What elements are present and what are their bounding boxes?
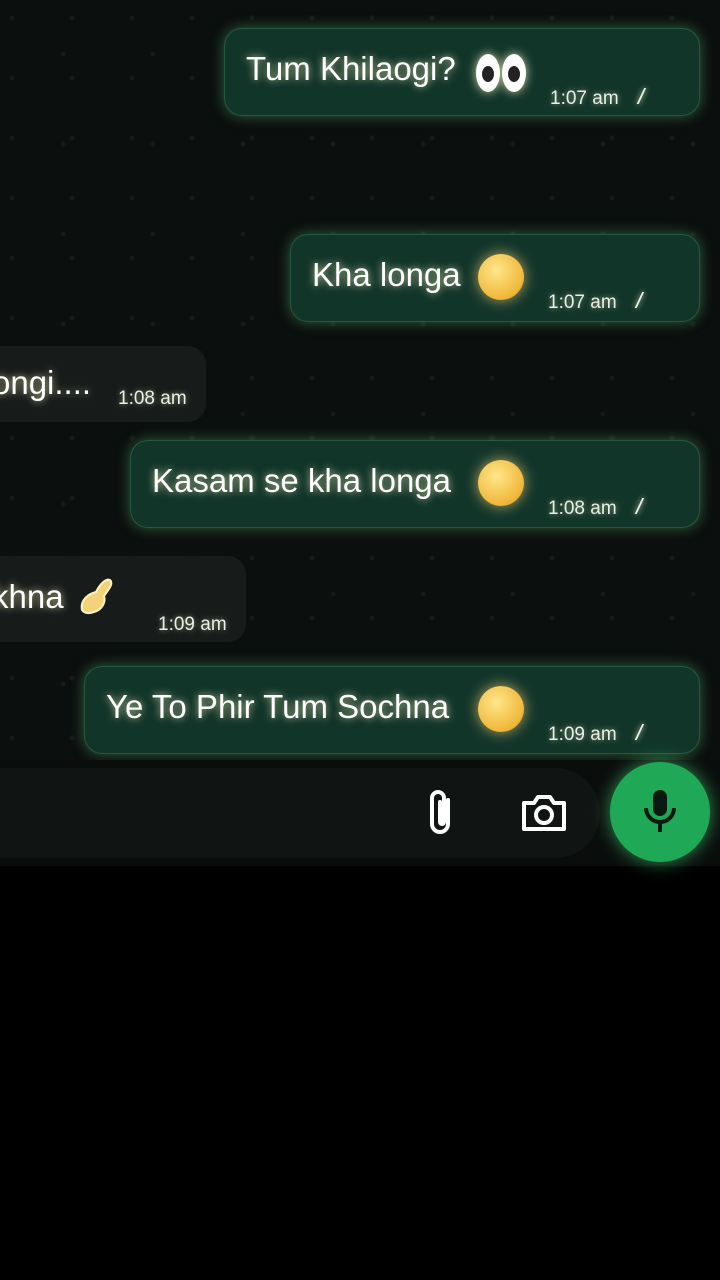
incoming-message[interactable]: khna 1:09 am [0,556,246,642]
message-text: Tum Khilaogi? [246,50,456,87]
incoming-message[interactable]: ongi.... 1:08 am [0,346,206,422]
melting-face-emoji [478,254,524,300]
camera-icon [522,795,566,831]
paperclip-icon [430,790,450,834]
outgoing-message[interactable]: Tum Khilaogi? 1:07 am // [224,28,700,116]
microphone-icon [644,790,676,832]
message-text: Kha longa [312,256,461,293]
voice-message-button[interactable] [610,762,710,862]
outgoing-message[interactable]: Ye To Phir Tum Sochna 1:09 am // [84,666,700,754]
camera-button[interactable] [514,782,574,842]
smiling-face-emoji [478,686,524,732]
message-time: 1:09 am [548,724,617,745]
message-time: 1:08 am [548,498,617,519]
pinched-fingers-emoji [80,578,113,615]
message-time: 1:08 am [118,388,187,409]
eyes-emoji [476,54,528,94]
message-text: Kasam se kha longa [152,462,452,499]
message-input[interactable] [0,768,600,858]
outgoing-message[interactable]: Kasam se kha longa 1:08 am // [130,440,700,528]
relieved-face-emoji [478,460,524,506]
message-time: 1:09 am [158,614,227,635]
message-time: 1:07 am [548,292,617,313]
message-text: Ye To Phir Tum Sochna [106,688,450,725]
message-text: ongi.... [0,364,92,401]
message-time: 1:07 am [550,88,619,109]
attach-button[interactable] [412,782,472,842]
chat-area: Tum Khilaogi? 1:07 am // Kha longa 1:07 … [0,0,720,760]
message-text: khna [0,578,64,615]
outgoing-message[interactable]: Kha longa 1:07 am // [290,234,700,322]
